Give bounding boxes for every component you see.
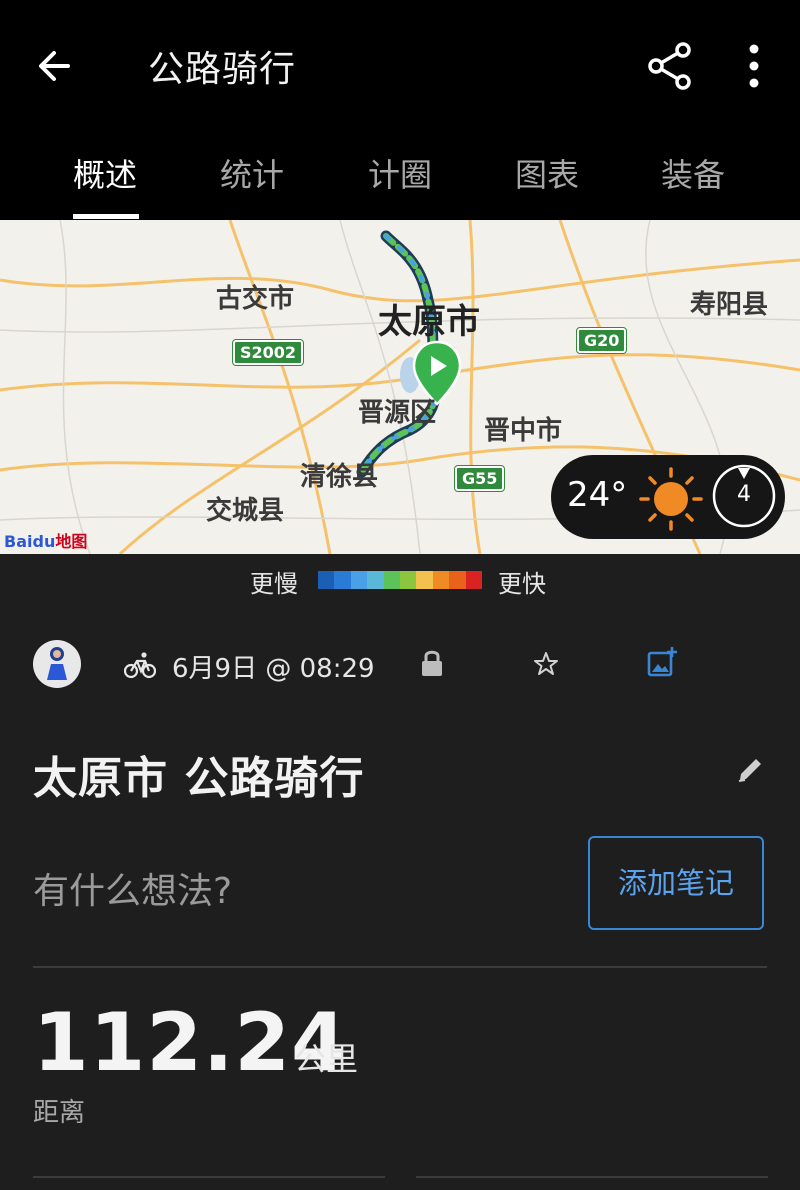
speed-color-swatch [334,571,351,589]
legend-slow-label: 更慢 [250,570,298,598]
highway-shield: G20 [575,327,628,354]
speed-color-swatch [367,571,384,589]
highway-shield: G55 [453,465,506,492]
share-icon[interactable] [644,38,696,94]
activity-title: 太原市 公路骑行 [33,753,365,804]
map-provider-logo: Baidu地图 [4,532,88,551]
edit-pencil-icon[interactable] [736,754,766,784]
speed-gradient-bar [318,571,483,589]
bike-icon [124,652,156,679]
divider [33,966,767,968]
activity-meta-row: 6月9日 @ 08:29 [0,630,800,700]
divider [416,1176,768,1178]
activity-date: 6月9日 @ 08:29 [172,654,375,684]
map-label: 晋中市 [484,416,563,446]
speed-color-swatch [449,571,466,589]
highway-shield: S2002 [231,339,305,366]
map-label: 晋源区 [358,398,437,428]
lock-icon[interactable] [420,648,444,678]
avatar[interactable] [33,640,81,688]
distance-label: 距离 [33,1098,86,1128]
temperature: 24° [567,475,628,515]
speed-color-swatch [400,571,417,589]
tab-gear[interactable]: 装备 [661,150,725,196]
uv-index-value: 4 [737,482,751,507]
active-tab-indicator [73,214,139,219]
back-arrow-icon[interactable] [28,42,84,90]
speed-color-swatch [350,571,368,589]
star-icon[interactable] [532,650,560,678]
tab-bar: 概述 统计 计圈 图表 装备 [0,142,800,220]
page-title: 公路骑行 [148,49,297,90]
speed-color-swatch [318,571,335,589]
tab-stats[interactable]: 统计 [220,150,284,196]
speed-color-swatch [383,571,401,589]
divider [33,1176,385,1178]
add-photo-icon[interactable] [646,646,678,678]
speed-legend: 更慢 更快 [0,556,800,606]
more-options-icon[interactable] [736,40,772,92]
top-app-bar: 公路骑行 概述 统计 计圈 图表 装备 [0,0,800,220]
speed-color-swatch [465,571,483,589]
legend-fast-label: 更快 [498,570,546,598]
map-label: 寿阳县 [690,290,769,320]
add-note-button[interactable]: 添加笔记 [588,836,764,930]
map-label: 清徐县 [300,462,379,492]
map-label: 太原市 [378,302,480,342]
map-label: 交城县 [206,496,285,526]
weather-widget[interactable]: 24° 4 [551,455,785,539]
cyclist-avatar-icon [47,647,67,680]
distance-unit: 公里 [294,1040,359,1078]
sun-icon [639,467,703,531]
speed-color-swatch [432,571,450,589]
tab-overview[interactable]: 概述 [73,150,137,196]
tab-laps[interactable]: 计圈 [368,150,432,196]
map-label: 古交市 [216,284,295,314]
tab-charts[interactable]: 图表 [515,150,579,196]
speed-color-swatch [416,571,433,589]
thoughts-prompt[interactable]: 有什么想法? [33,862,232,914]
